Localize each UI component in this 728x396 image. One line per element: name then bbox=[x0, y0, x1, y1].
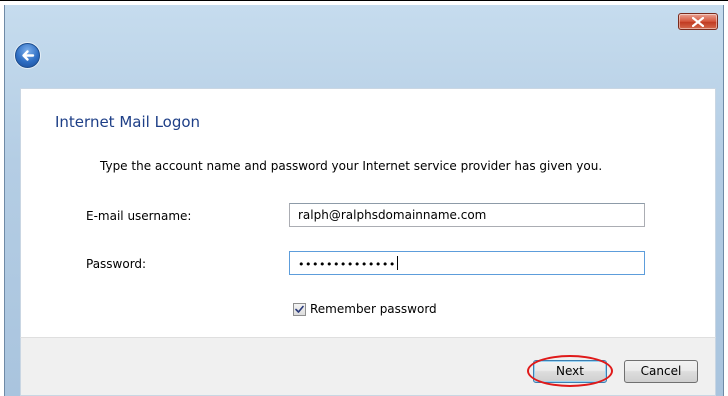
title-bar bbox=[5, 5, 723, 37]
dialog-window: Internet Mail Logon Type the account nam… bbox=[4, 5, 724, 396]
checkmark-icon bbox=[295, 305, 304, 313]
close-button[interactable] bbox=[678, 13, 718, 30]
instructions-text: Type the account name and password your … bbox=[100, 159, 603, 173]
dialog-footer: Next Cancel bbox=[20, 337, 716, 396]
top-border bbox=[0, 0, 728, 1]
remember-password-label[interactable]: Remember password bbox=[310, 302, 437, 316]
dialog-content: Internet Mail Logon Type the account nam… bbox=[20, 88, 716, 337]
cancel-button[interactable]: Cancel bbox=[624, 360, 698, 383]
next-button[interactable]: Next bbox=[533, 360, 607, 383]
username-label: E-mail username: bbox=[86, 209, 192, 223]
close-icon bbox=[692, 17, 704, 27]
back-arrow-icon bbox=[22, 50, 35, 61]
screenshot-frame: Internet Mail Logon Type the account nam… bbox=[0, 0, 728, 396]
back-button[interactable] bbox=[15, 43, 40, 68]
page-title: Internet Mail Logon bbox=[55, 113, 201, 131]
password-label: Password: bbox=[86, 257, 147, 271]
password-field[interactable] bbox=[289, 251, 645, 275]
remember-password-checkbox[interactable] bbox=[293, 303, 306, 316]
username-field[interactable] bbox=[289, 203, 645, 227]
